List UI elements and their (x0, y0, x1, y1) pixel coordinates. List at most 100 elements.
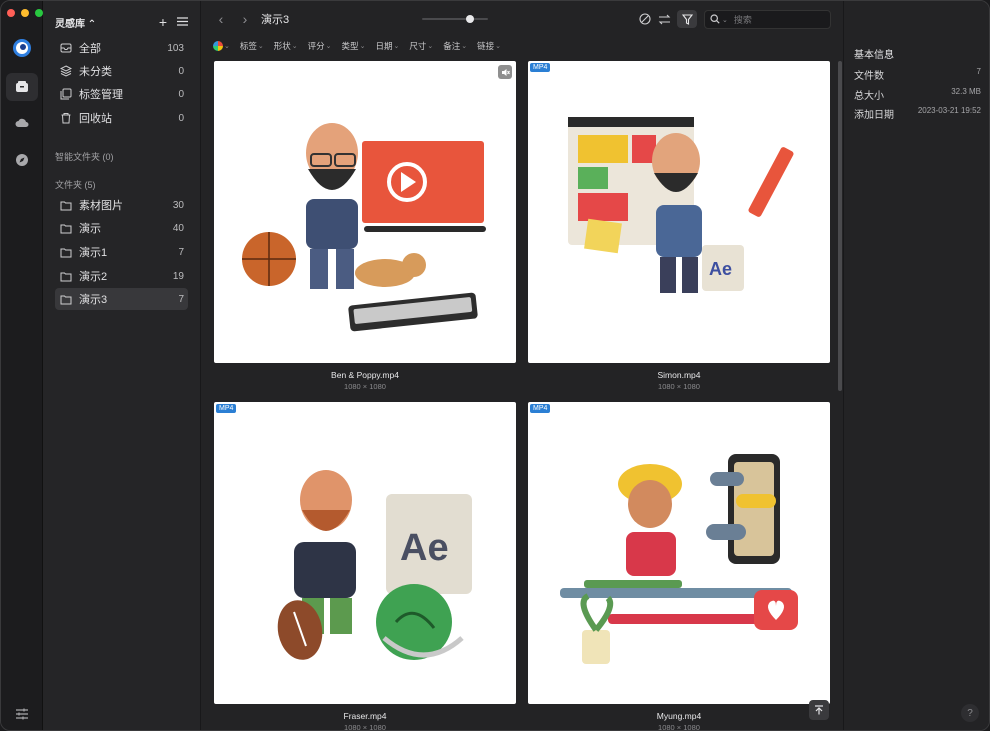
folder-item[interactable]: 演示 40 (55, 217, 188, 239)
filter-date[interactable]: 日期 ⌄ (375, 40, 399, 52)
media-thumbnail[interactable]: Ae MP4 (528, 61, 830, 363)
minimize-window-button[interactable] (21, 9, 29, 17)
sidebar-item-label: 标签管理 (79, 89, 123, 101)
library-icon[interactable] (6, 73, 38, 101)
color-filter[interactable]: ⌄ (213, 41, 230, 51)
media-thumbnail[interactable]: Ae MP4 (214, 402, 516, 704)
library-switcher[interactable]: 灵感库 ⌃ (55, 15, 96, 30)
menu-icon[interactable] (177, 15, 188, 29)
filter-icon[interactable] (677, 10, 697, 28)
filter-label: 标签 (239, 41, 257, 51)
folder-label: 素材图片 (79, 200, 123, 212)
trash-icon (59, 111, 73, 125)
settings-sliders-icon[interactable] (6, 700, 38, 728)
folder-label: 演示2 (79, 271, 108, 283)
inbox-icon (59, 41, 73, 55)
smart-folders-header[interactable]: 智能文件夹 (0) (55, 150, 114, 163)
folders-header[interactable]: 文件夹 (5) (55, 178, 96, 191)
app-window: 灵感库 ⌃ + 全部 103 未分类 0 标签管理 0 回收站 0 智能文件夹 … (0, 0, 990, 731)
folder-item[interactable]: 演示1 7 (55, 241, 188, 263)
chevron-down-icon: ⌄ (257, 43, 264, 50)
media-name: Ben & Poppy.mp4 (331, 370, 399, 380)
swap-icon[interactable] (656, 11, 672, 27)
folder-label: 演示 (79, 223, 101, 235)
folder-icon (59, 269, 73, 283)
svg-text:Ae: Ae (709, 259, 732, 279)
tags-icon (59, 87, 73, 101)
chevron-down-icon: ⌄ (393, 43, 400, 50)
filter-shape[interactable]: 形状 ⌄ (274, 40, 298, 52)
filter-rating[interactable]: 评分 ⌄ (308, 40, 332, 52)
sidebar-item-uncategorized[interactable]: 未分类 0 (55, 60, 188, 82)
cloud-icon[interactable] (6, 109, 38, 137)
sidebar-item-all[interactable]: 全部 103 (55, 37, 188, 59)
media-card[interactable]: Ben & Poppy.mp4 1080 × 1080 (214, 61, 516, 391)
sidebar-item-count: 0 (178, 88, 184, 100)
folder-label: 演示1 (79, 247, 108, 259)
info-row-date-added: 添加日期 2023-03-21 19:52 (854, 106, 981, 121)
media-name: Fraser.mp4 (343, 711, 387, 721)
folder-item[interactable]: 素材图片 30 (55, 194, 188, 216)
top-toolbar: ‹ › 演示3 ⌄ (201, 1, 841, 37)
info-panel: 基本信息 文件数 7 总大小 32.3 MB 添加日期 2023-03-21 1… (843, 1, 989, 730)
media-card[interactable]: Ae MP4 Simon.mp4 1080 × 1080 (528, 61, 830, 391)
sidebar-item-tags[interactable]: 标签管理 0 (55, 83, 188, 105)
media-grid: Ben & Poppy.mp4 1080 × 1080 Ae MP4 Simon… (201, 57, 841, 731)
media-thumbnail[interactable] (214, 61, 516, 363)
folder-count: 30 (172, 199, 184, 211)
filter-tags[interactable]: 标签 ⌄ (240, 40, 264, 52)
layers-icon (59, 64, 73, 78)
media-dimensions: 1080 × 1080 (344, 723, 386, 731)
chevron-down-icon: ⌄ (495, 43, 501, 50)
filter-notes[interactable]: 备注 ⌄ (443, 40, 467, 52)
filter-label: 尺寸 (409, 41, 427, 51)
search-input[interactable] (733, 14, 824, 25)
grid-scrollbar[interactable] (838, 61, 842, 391)
search-box[interactable]: ⌄ (704, 10, 831, 29)
no-selection-icon[interactable] (637, 11, 653, 27)
traffic-lights (7, 9, 43, 17)
filter-type[interactable]: 类型 ⌄ (342, 40, 366, 52)
filter-label: 链接 (477, 41, 495, 51)
maximize-window-button[interactable] (35, 9, 43, 17)
folder-count: 19 (172, 270, 184, 282)
folder-icon (59, 198, 73, 212)
filter-bar: ⌄ 标签 ⌄ 形状 ⌄ 评分 ⌄ 类型 ⌄ 日期 ⌄ 尺寸 ⌄ 备注 ⌄ 链接 ⌄ (213, 39, 501, 53)
sidebar-item-label: 回收站 (79, 113, 112, 125)
compass-icon[interactable] (6, 146, 38, 174)
app-logo-icon[interactable] (6, 34, 38, 62)
chevron-down-icon: ⌄ (224, 43, 230, 50)
chevron-down-icon: ⌄ (461, 43, 468, 50)
folder-item[interactable]: 演示2 19 (55, 265, 188, 287)
sidebar-item-count: 0 (178, 112, 184, 124)
chevron-down-icon[interactable]: ⌄ (722, 16, 728, 24)
info-row-file-count: 文件数 7 (854, 67, 981, 82)
zoom-slider[interactable] (422, 15, 488, 23)
sidebar-item-label: 未分类 (79, 66, 112, 78)
info-label: 总大小 (854, 91, 884, 102)
forward-arrow-icon[interactable]: › (235, 9, 255, 29)
scroll-to-top-button[interactable] (809, 700, 829, 720)
add-icon[interactable]: + (159, 15, 167, 29)
sidebar-item-trash[interactable]: 回收站 0 (55, 107, 188, 129)
file-type-badge: MP4 (216, 404, 237, 413)
chevron-down-icon: ⌄ (359, 43, 366, 50)
filter-size[interactable]: 尺寸 ⌄ (409, 40, 433, 52)
filter-link[interactable]: 链接 ⌄ (477, 40, 501, 52)
back-arrow-icon[interactable]: ‹ (211, 9, 231, 29)
help-button[interactable]: ? (961, 704, 979, 722)
info-value: 32.3 MB (951, 87, 981, 96)
media-thumbnail[interactable]: MP4 (528, 402, 830, 704)
media-dimensions: 1080 × 1080 (344, 382, 386, 391)
close-window-button[interactable] (7, 9, 15, 17)
folder-icon (59, 292, 73, 306)
media-card[interactable]: Ae MP4 Fraser.mp4 1080 × 1080 (214, 402, 516, 731)
folder-item-selected[interactable]: 演示3 7 (55, 288, 188, 310)
filter-label: 日期 (375, 41, 393, 51)
search-icon (710, 13, 720, 27)
info-title: 基本信息 (854, 50, 894, 61)
mute-icon[interactable] (498, 65, 512, 79)
library-header: 灵感库 ⌃ + (55, 13, 188, 31)
media-card[interactable]: MP4 Myung.mp4 1080 × 1080 (528, 402, 830, 730)
zoom-slider-knob[interactable] (465, 15, 474, 23)
